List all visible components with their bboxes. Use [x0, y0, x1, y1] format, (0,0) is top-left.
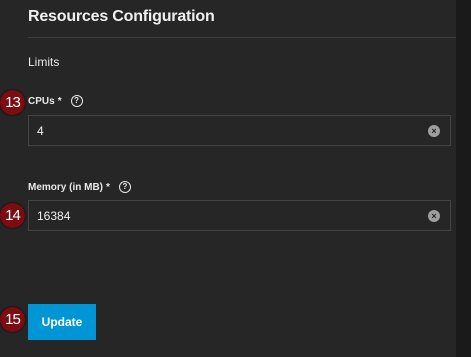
memory-label: Memory (in MB) * ? — [28, 181, 131, 193]
memory-input-value[interactable]: 16384 — [29, 209, 428, 223]
update-button[interactable]: Update — [28, 304, 96, 340]
scrollbar-track[interactable] — [456, 0, 471, 357]
memory-clear-icon[interactable]: × — [428, 209, 440, 222]
cpus-required-mark: * — [57, 95, 62, 107]
memory-label-text: Memory (in MB) — [28, 181, 103, 193]
memory-input[interactable]: 16384 × — [28, 200, 451, 231]
memory-required-mark: * — [106, 181, 110, 193]
step-marker-13: 13 — [0, 90, 25, 115]
cpus-input-value[interactable]: 4 — [29, 124, 428, 138]
cpus-help-icon[interactable]: ? — [70, 95, 83, 107]
cpus-label-text: CPUs — [28, 95, 55, 107]
panel-title: Resources Configuration — [28, 8, 215, 25]
cpus-input[interactable]: 4 × — [28, 115, 451, 146]
resources-configuration-panel: Resources Configuration Limits CPUs * ? … — [0, 0, 456, 357]
memory-help-icon[interactable]: ? — [118, 181, 131, 193]
limits-section-label: Limits — [28, 55, 60, 69]
title-divider — [28, 37, 456, 38]
step-marker-14: 14 — [0, 203, 25, 228]
cpus-label: CPUs * ? — [28, 95, 83, 107]
step-marker-15: 15 — [0, 307, 25, 332]
cpus-clear-icon[interactable]: × — [428, 124, 440, 137]
